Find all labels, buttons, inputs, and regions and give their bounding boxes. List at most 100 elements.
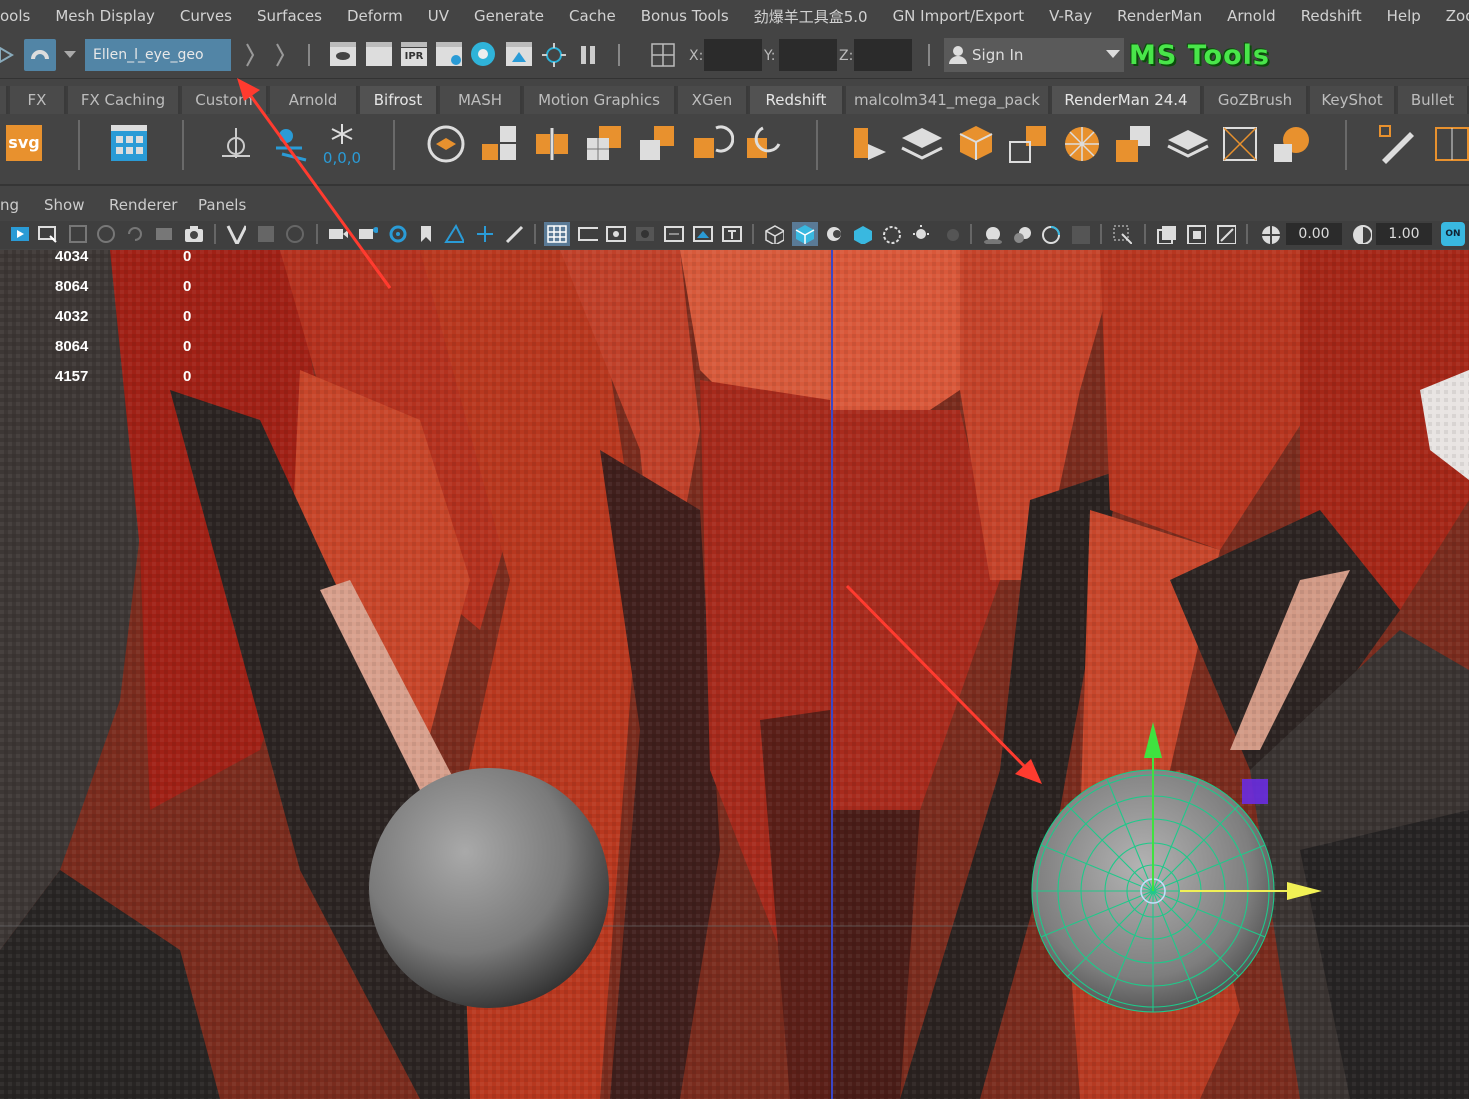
- sign-in-button[interactable]: Sign In: [944, 38, 1124, 72]
- panel-menu-item[interactable]: Show: [44, 196, 84, 214]
- menu-item[interactable]: V-Ray: [1049, 7, 1092, 25]
- gamma-input[interactable]: 1.00: [1376, 223, 1432, 245]
- camera-attributes-icon[interactable]: [10, 224, 30, 244]
- xray-joints-icon[interactable]: [1156, 224, 1176, 244]
- separate-icon[interactable]: [532, 124, 572, 164]
- bookmark-flag-icon[interactable]: [418, 224, 438, 244]
- safe-title-icon[interactable]: [722, 224, 742, 244]
- pause-icon[interactable]: [578, 44, 598, 66]
- render-current-frame-icon[interactable]: [364, 40, 394, 68]
- x-input[interactable]: [704, 39, 762, 71]
- combine-icon[interactable]: [480, 124, 520, 164]
- menu-item[interactable]: GN Import/Export: [893, 7, 1025, 25]
- panel-menu-item[interactable]: Panels: [198, 196, 246, 214]
- select-camera-icon[interactable]: [38, 224, 58, 244]
- menu-item[interactable]: Help: [1387, 7, 1421, 25]
- light-editor-icon[interactable]: [539, 40, 569, 68]
- menu-item[interactable]: UV: [428, 7, 449, 25]
- shelf-tab[interactable]: FX: [10, 86, 66, 114]
- 3d-viewport[interactable]: 4034 0 8064 0 4032 0 8064 0 4157 0: [0, 250, 1469, 1099]
- anti-aliasing-icon[interactable]: [1040, 224, 1060, 244]
- camera-icon[interactable]: [184, 224, 204, 244]
- render-sequence-icon[interactable]: [504, 40, 534, 68]
- menu-item[interactable]: Redshift: [1301, 7, 1362, 25]
- measure-tool-icon[interactable]: [268, 122, 308, 162]
- exposure-input[interactable]: 0.00: [1286, 223, 1342, 245]
- render-settings-icon[interactable]: [434, 40, 464, 68]
- menu-item[interactable]: Cache: [569, 7, 616, 25]
- shelf-tab[interactable]: KeyShot: [1310, 86, 1396, 114]
- menu-item[interactable]: Deform: [347, 7, 403, 25]
- shelf-tab[interactable]: FX Caching: [68, 86, 180, 114]
- gate-mask-icon[interactable]: [635, 224, 655, 244]
- shelf-tab[interactable]: malcolm341_mega_pack: [846, 86, 1050, 114]
- snowflake-reset-button[interactable]: 0,0,0: [320, 122, 364, 166]
- panel-menu-item[interactable]: ng: [0, 196, 19, 214]
- gear-icon[interactable]: [388, 224, 408, 244]
- grid-split-icon[interactable]: [585, 124, 625, 164]
- ipr-render-icon[interactable]: IPR: [399, 40, 429, 68]
- bevel-icon[interactable]: [745, 122, 787, 164]
- menu-item[interactable]: Generate: [474, 7, 544, 25]
- transform-input-icon[interactable]: [650, 42, 676, 68]
- move-tool-icon[interactable]: [474, 224, 494, 244]
- menu-item[interactable]: Surfaces: [257, 7, 322, 25]
- screen-space-ao-icon[interactable]: [982, 224, 1002, 244]
- field-chart-icon[interactable]: [664, 224, 684, 244]
- shelf-tab[interactable]: XGen: [678, 86, 748, 114]
- smooth-icon[interactable]: [638, 124, 678, 164]
- shelf-tab[interactable]: GoZBrush: [1204, 86, 1308, 114]
- camera-track-icon[interactable]: [358, 224, 378, 244]
- light-bulb-icon[interactable]: [910, 224, 930, 244]
- backface-culling-icon[interactable]: [1216, 224, 1236, 244]
- menu-item[interactable]: Bonus Tools: [641, 7, 729, 25]
- 2d-pan-zoom-icon[interactable]: [96, 224, 116, 244]
- menu-item[interactable]: Curves: [180, 7, 232, 25]
- grid-toggle-button[interactable]: [544, 222, 570, 246]
- menu-item[interactable]: Arnold: [1227, 7, 1276, 25]
- shelf-tab[interactable]: MASH: [440, 86, 522, 114]
- planar-uv-icon[interactable]: [900, 124, 944, 164]
- shading-swatch-icon[interactable]: [226, 224, 246, 244]
- arrow-right-icon[interactable]: [244, 42, 288, 68]
- shelf-tab[interactable]: Custom: [182, 86, 268, 114]
- y-input[interactable]: [779, 39, 837, 71]
- snap-grid-icon[interactable]: [444, 224, 464, 244]
- shelf-tab[interactable]: Bifrost: [360, 86, 438, 114]
- resolution-gate-icon[interactable]: [606, 224, 626, 244]
- duplicate-face-icon[interactable]: [1114, 124, 1154, 164]
- ms-tools-logo[interactable]: MS Tools: [1129, 40, 1270, 71]
- locator-icon[interactable]: [218, 124, 254, 160]
- camera-move-icon[interactable]: [328, 224, 348, 244]
- snap-icon[interactable]: [0, 40, 20, 70]
- brush-icon[interactable]: [504, 224, 524, 244]
- render-view-icon[interactable]: [328, 40, 358, 68]
- bridge-icon[interactable]: [1008, 124, 1048, 164]
- lattice-icon[interactable]: [1432, 124, 1469, 164]
- grease-pencil-icon[interactable]: [125, 224, 145, 244]
- menu-item[interactable]: Zoo Too: [1446, 7, 1469, 25]
- shelf-tab[interactable]: Motion Graphics: [524, 86, 676, 114]
- shelf-tab[interactable]: Arnold: [270, 86, 358, 114]
- safe-action-icon[interactable]: [693, 224, 713, 244]
- color-management-toggle[interactable]: ON: [1441, 222, 1465, 246]
- hypershade-icon[interactable]: [469, 40, 497, 68]
- smooth-shade-button[interactable]: [792, 222, 818, 246]
- bookmark-icon[interactable]: [154, 224, 174, 244]
- pencil-curve-icon[interactable]: [1378, 124, 1418, 164]
- film-gate-icon[interactable]: [578, 224, 598, 244]
- magnet-snap-button[interactable]: [24, 39, 56, 71]
- use-all-lights-icon[interactable]: [881, 224, 901, 244]
- cube-icon[interactable]: [956, 124, 996, 164]
- shadows-icon[interactable]: [940, 224, 960, 244]
- image-plane-icon[interactable]: [68, 224, 88, 244]
- uv-layout-icon[interactable]: [1166, 124, 1210, 164]
- menu-item[interactable]: ools: [0, 7, 30, 25]
- shelf-tab[interactable]: Bullet: [1398, 86, 1469, 114]
- textured-icon[interactable]: [852, 224, 872, 244]
- xray-active-icon[interactable]: [1186, 224, 1206, 244]
- isolate-icon[interactable]: [256, 224, 276, 244]
- circle-layers-icon[interactable]: [426, 124, 466, 164]
- selection-name-field[interactable]: Ellen_l_eye_geo: [85, 39, 231, 71]
- wireframe-icon[interactable]: [764, 224, 784, 244]
